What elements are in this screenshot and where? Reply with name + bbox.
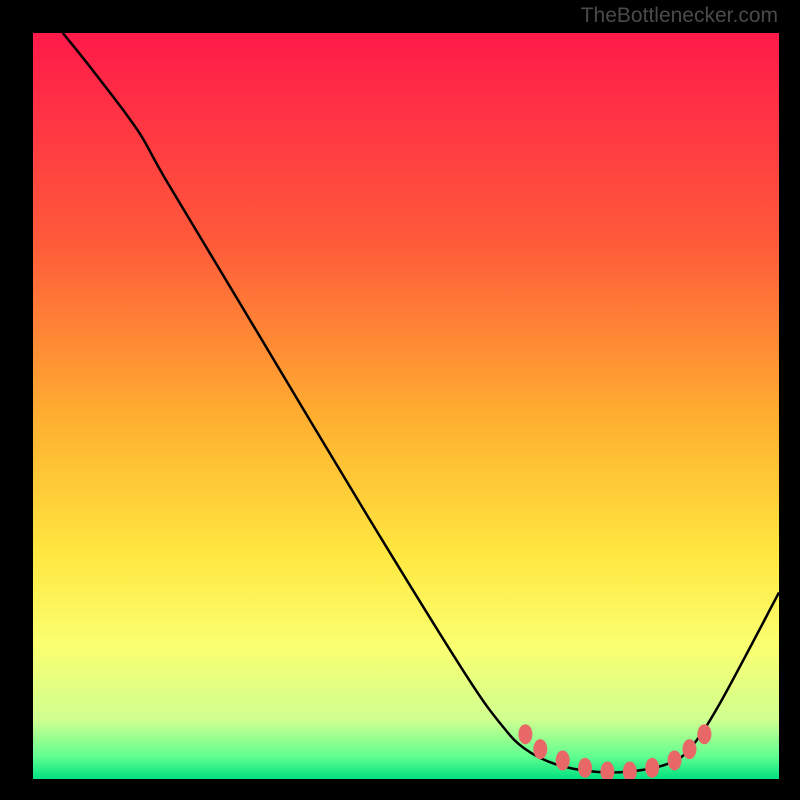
- chart-container: TheBottlenecker.com: [0, 0, 800, 800]
- marker-dot: [533, 739, 547, 759]
- marker-dot: [682, 739, 696, 759]
- marker-dot: [578, 758, 592, 778]
- marker-dot: [668, 750, 682, 770]
- bottleneck-curve-chart: [33, 33, 779, 779]
- marker-dot: [645, 758, 659, 778]
- marker-dot: [518, 724, 532, 744]
- marker-dot: [697, 724, 711, 744]
- gradient-background: [33, 33, 779, 779]
- marker-dot: [556, 750, 570, 770]
- watermark-text: TheBottlenecker.com: [581, 4, 778, 28]
- plot-area: [33, 33, 779, 779]
